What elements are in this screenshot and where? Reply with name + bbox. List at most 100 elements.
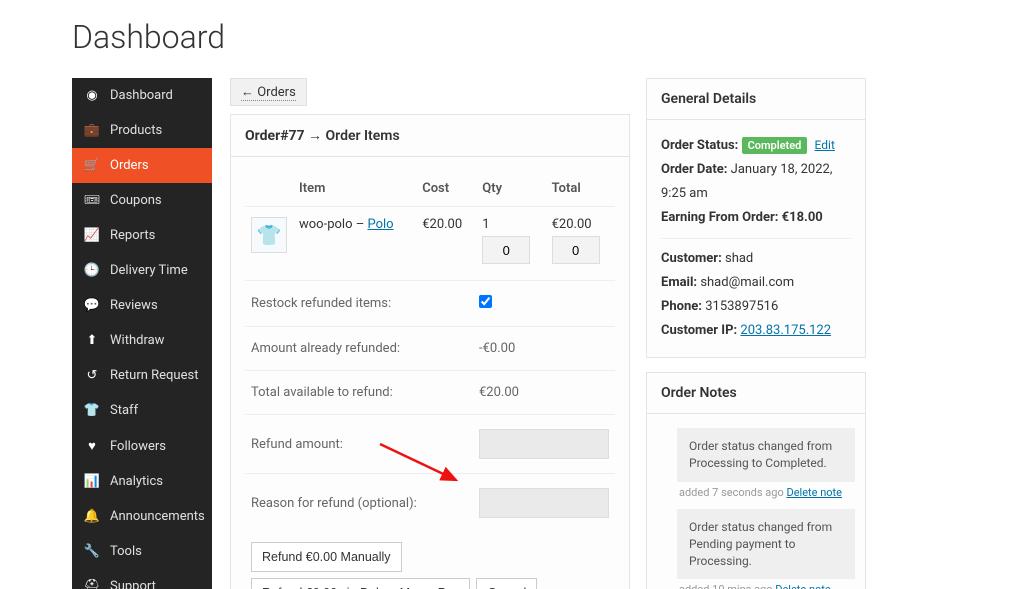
sidebar: ◉ Dashboard 💼 Products 🛒 Orders 🎟 Coupons 📈 Repor… (72, 78, 212, 589)
sidebar-item-label: Reports (110, 228, 155, 243)
sidebar-item-reviews[interactable]: 💬Reviews (72, 288, 212, 323)
sidebar-item-label: Announcements (110, 509, 205, 524)
note-meta: added 10 mins ago Delete note (679, 583, 855, 589)
sidebar-item-label: Tools (110, 544, 142, 559)
restock-label: Restock refunded items: (251, 296, 479, 311)
col-cost: Cost (416, 171, 476, 207)
sidebar-item-analytics[interactable]: 📊Analytics (72, 464, 212, 499)
sidebar-item-support[interactable]: ⛑ Support (72, 569, 212, 589)
already-refunded-value: -€0.00 (479, 341, 609, 356)
cancel-button[interactable]: Cancel (476, 578, 537, 589)
sidebar-item-coupons[interactable]: 🎟 Coupons (72, 183, 212, 218)
ip-label: Customer IP: (661, 323, 737, 338)
general-details-panel: General Details Order Status: Completed … (646, 78, 866, 358)
total-refund-input[interactable] (552, 236, 600, 264)
refund-manually-button[interactable]: Refund €0.00 Manually (251, 542, 402, 572)
upload-icon: ⬆ (84, 333, 100, 348)
sidebar-item-followers[interactable]: ♥ Followers (72, 428, 212, 464)
items-table: Item Cost Qty Total 👕 woo-polo – Polo (245, 171, 615, 274)
col-total: Total (546, 171, 615, 207)
earning-label: Earning From Order: (661, 210, 778, 225)
customer-value: shad (725, 251, 753, 266)
back-to-orders-link[interactable]: ← Orders (241, 85, 296, 101)
status-label: Order Status: (661, 138, 738, 153)
chart-icon: 📈 (84, 228, 100, 243)
sidebar-item-announcements[interactable]: 🔔 Announcements (72, 499, 212, 534)
col-item: Item (293, 171, 416, 207)
refund-amount-label: Refund amount: (251, 437, 479, 452)
sidebar-item-label: Withdraw (110, 333, 164, 348)
sidebar-item-label: Analytics (110, 474, 163, 489)
item-total: €20.00 (552, 217, 609, 232)
item-name-cell: woo-polo – Polo (293, 207, 416, 275)
general-details-title: General Details (647, 79, 865, 120)
refund-mangopay-button[interactable]: Refund €0.00 via Dokan MangoPay (251, 578, 470, 589)
customer-label: Customer: (661, 251, 722, 266)
refund-amount-input[interactable] (479, 429, 609, 459)
qty-refund-input[interactable] (482, 236, 530, 264)
heart-icon: ♥ (84, 438, 100, 454)
sidebar-item-label: Products (110, 123, 162, 138)
available-refund-value: €20.00 (479, 385, 609, 400)
item-qty: 1 (482, 217, 539, 232)
sidebar-item-label: Coupons (110, 193, 162, 208)
refund-reason-label: Reason for refund (optional): (251, 496, 479, 511)
item-cost: €20.00 (416, 207, 476, 275)
ip-link[interactable]: 203.83.175.122 (740, 323, 831, 338)
product-thumb: 👕 (251, 217, 287, 253)
sidebar-item-delivery-time[interactable]: 🕒 Delivery Time (72, 253, 212, 288)
sidebar-item-reports[interactable]: 📈 Reports (72, 218, 212, 253)
phone-value: 3153897516 (705, 299, 778, 314)
order-note: Order status changed from Processing to … (677, 428, 855, 482)
sidebar-item-tools[interactable]: 🔧 Tools (72, 534, 212, 569)
sidebar-item-label: Dashboard (110, 88, 173, 103)
sidebar-item-label: Delivery Time (110, 263, 188, 278)
sidebar-item-label: Support (110, 579, 156, 589)
status-badge: Completed (742, 137, 808, 154)
tshirt-icon: 👕 (84, 403, 100, 418)
sidebar-item-label: Return Request (110, 368, 198, 383)
order-notes-title: Order Notes (647, 373, 865, 414)
dashboard-icon: ◉ (84, 88, 100, 103)
date-label: Order Date: (661, 162, 727, 177)
restock-checkbox[interactable] (479, 295, 492, 308)
note-meta: added 7 seconds ago Delete note (679, 486, 855, 499)
bell-icon: 🔔 (84, 509, 100, 524)
briefcase-icon: 💼 (84, 123, 100, 138)
earning-value: €18.00 (782, 210, 823, 225)
refund-reason-input[interactable] (479, 488, 609, 518)
order-items-panel: Order#77 → Order Items Item Cost Qty Tot… (230, 114, 630, 589)
cart-icon: 🛒 (84, 158, 100, 173)
sidebar-item-withdraw[interactable]: ⬆ Withdraw (72, 323, 212, 358)
life-ring-icon: ⛑ (84, 579, 100, 589)
undo-icon: ↺ (84, 368, 100, 383)
available-refund-label: Total available to refund: (251, 385, 479, 400)
sidebar-item-label: Orders (110, 158, 149, 173)
order-note: Order status changed from Pending paymen… (677, 509, 855, 579)
order-notes-panel: Order Notes Order status changed from Pr… (646, 372, 866, 589)
delete-note-link[interactable]: Delete note (786, 486, 842, 499)
product-link[interactable]: Polo (367, 217, 393, 232)
delete-note-link[interactable]: Delete note (775, 583, 831, 589)
page-title: Dashboard (72, 18, 1024, 56)
sidebar-item-label: Staff (110, 403, 138, 418)
sidebar-item-orders[interactable]: 🛒 Orders (72, 148, 212, 183)
header-suffix: Order Items (326, 128, 400, 144)
sidebar-item-staff[interactable]: 👕 Staff (72, 393, 212, 428)
edit-status-link[interactable]: Edit (815, 138, 835, 152)
sidebar-item-label: Followers (110, 439, 166, 454)
sidebar-item-products[interactable]: 💼 Products (72, 113, 212, 148)
ticket-icon: 🎟 (84, 193, 100, 208)
sidebar-item-label: Reviews (110, 298, 158, 313)
order-number: Order#77 (245, 128, 305, 144)
phone-label: Phone: (661, 299, 702, 314)
wrench-icon: 🔧 (84, 544, 100, 559)
already-refunded-label: Amount already refunded: (251, 341, 479, 356)
sidebar-item-return-request[interactable]: ↺ Return Request (72, 358, 212, 393)
email-value: shad@mail.com (700, 275, 794, 290)
header-arrow: → (305, 128, 326, 144)
table-row: 👕 woo-polo – Polo €20.00 1 €20.00 (245, 207, 615, 275)
sidebar-item-dashboard[interactable]: ◉ Dashboard (72, 78, 212, 113)
clock-icon: 🕒 (84, 263, 100, 278)
back-link-container: ← Orders (230, 78, 307, 106)
